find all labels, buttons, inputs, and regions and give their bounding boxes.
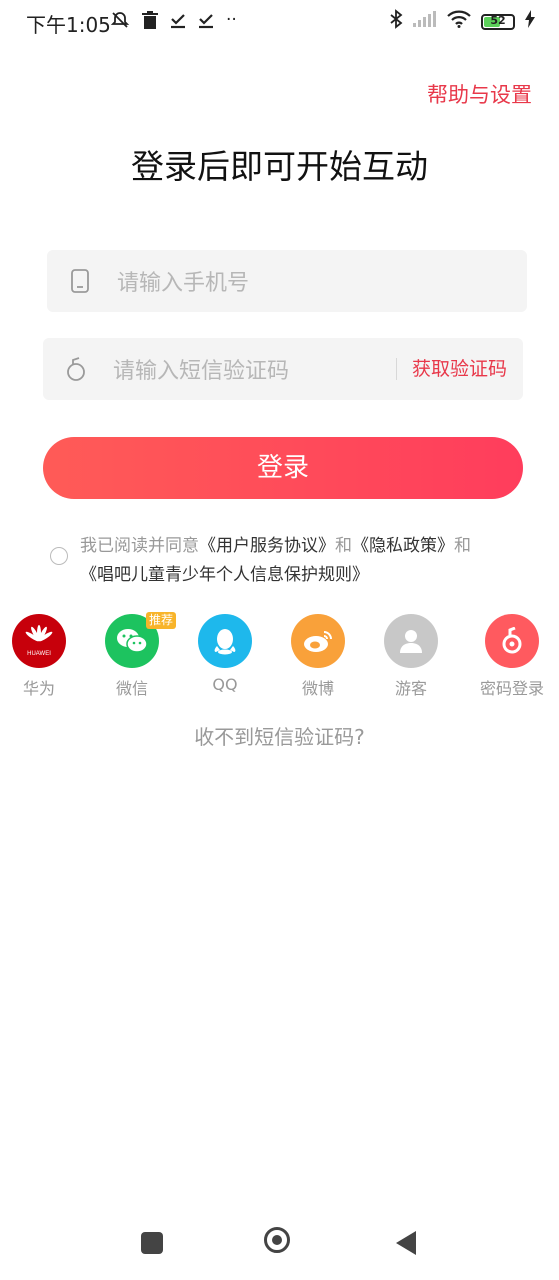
recommend-badge: 推荐 bbox=[145, 612, 176, 629]
bluetooth-icon bbox=[389, 9, 403, 34]
weibo-login[interactable]: 微博 bbox=[278, 614, 358, 699]
help-settings-link[interactable]: 帮助与设置 bbox=[427, 79, 532, 109]
get-code-button[interactable]: 获取验证码 bbox=[395, 338, 507, 400]
charging-icon bbox=[525, 10, 535, 33]
huawei-login[interactable]: HUAWEI 华为 bbox=[0, 614, 79, 699]
check-icon bbox=[198, 10, 214, 35]
agreement-and: 和 bbox=[454, 536, 471, 556]
phone-icon bbox=[69, 269, 91, 293]
status-bar: 下午1:05 ·· 52 bbox=[0, 0, 559, 44]
more-dots: ·· bbox=[226, 10, 237, 30]
privacy-link[interactable]: 《隐私政策》 bbox=[352, 536, 454, 556]
guest-label: 游客 bbox=[394, 679, 427, 698]
huawei-label: 华为 bbox=[22, 679, 55, 698]
page-title: 登录后即可开始互动 bbox=[131, 147, 428, 186]
minors-rules-link[interactable]: 《唱吧儿童青少年个人信息保护规则》 bbox=[80, 565, 369, 585]
status-time: 下午1:05 bbox=[26, 13, 111, 37]
qq-login[interactable]: QQ bbox=[185, 614, 265, 694]
agreement-text: 我已阅读并同意《用户服务协议》和《隐私政策》和 《唱吧儿童青少年个人信息保护规则》 bbox=[80, 532, 520, 590]
huawei-logo-icon: HUAWEI bbox=[12, 614, 66, 668]
weibo-icon bbox=[291, 614, 345, 668]
lock-icon bbox=[65, 357, 87, 381]
code-placeholder: 请输入短信验证码 bbox=[113, 359, 290, 384]
wechat-icon: 推荐 bbox=[105, 612, 176, 668]
home-button[interactable] bbox=[264, 1227, 290, 1253]
phone-input[interactable]: 请输入手机号 bbox=[47, 250, 527, 312]
status-right-icons: 52 bbox=[389, 9, 535, 34]
login-button[interactable]: 登录 bbox=[43, 437, 523, 499]
wechat-login[interactable]: 推荐 微信 bbox=[92, 612, 176, 699]
sms-code-input[interactable]: 请输入短信验证码 获取验证码 bbox=[43, 338, 523, 400]
password-key-icon bbox=[485, 614, 539, 668]
back-button[interactable] bbox=[396, 1231, 416, 1255]
qq-icon bbox=[198, 614, 252, 668]
agreement-prefix: 我已阅读并同意 bbox=[80, 536, 199, 556]
guest-user-icon bbox=[384, 614, 438, 668]
battery-icon: 52 bbox=[481, 13, 515, 30]
password-login[interactable]: 密码登录 bbox=[472, 614, 552, 699]
qq-label: QQ bbox=[212, 675, 238, 694]
mute-notification-icon bbox=[110, 10, 130, 35]
wifi-icon bbox=[447, 10, 471, 33]
wechat-label: 微信 bbox=[115, 679, 148, 698]
agreement-and: 和 bbox=[335, 536, 352, 556]
signal-icon bbox=[413, 11, 437, 32]
phone-placeholder: 请输入手机号 bbox=[117, 271, 250, 296]
weibo-label: 微博 bbox=[301, 679, 334, 698]
recents-button[interactable] bbox=[141, 1232, 163, 1254]
terms-link[interactable]: 《用户服务协议》 bbox=[199, 536, 335, 556]
check-icon bbox=[170, 10, 186, 35]
battery-level: 52 bbox=[490, 13, 506, 27]
social-login-row: HUAWEI 华为 推荐 微信 QQ 微博 游客 密码登录 bbox=[0, 612, 559, 704]
guest-login[interactable]: 游客 bbox=[371, 614, 451, 699]
password-login-label: 密码登录 bbox=[479, 679, 544, 698]
system-nav-bar bbox=[0, 1215, 559, 1275]
agree-checkbox[interactable] bbox=[50, 547, 68, 565]
trash-icon bbox=[142, 10, 158, 35]
status-left-icons: ·· bbox=[110, 10, 237, 35]
no-sms-code-link[interactable]: 收不到短信验证码? bbox=[0, 721, 559, 750]
huawei-logo-text: HUAWEI bbox=[27, 651, 51, 657]
